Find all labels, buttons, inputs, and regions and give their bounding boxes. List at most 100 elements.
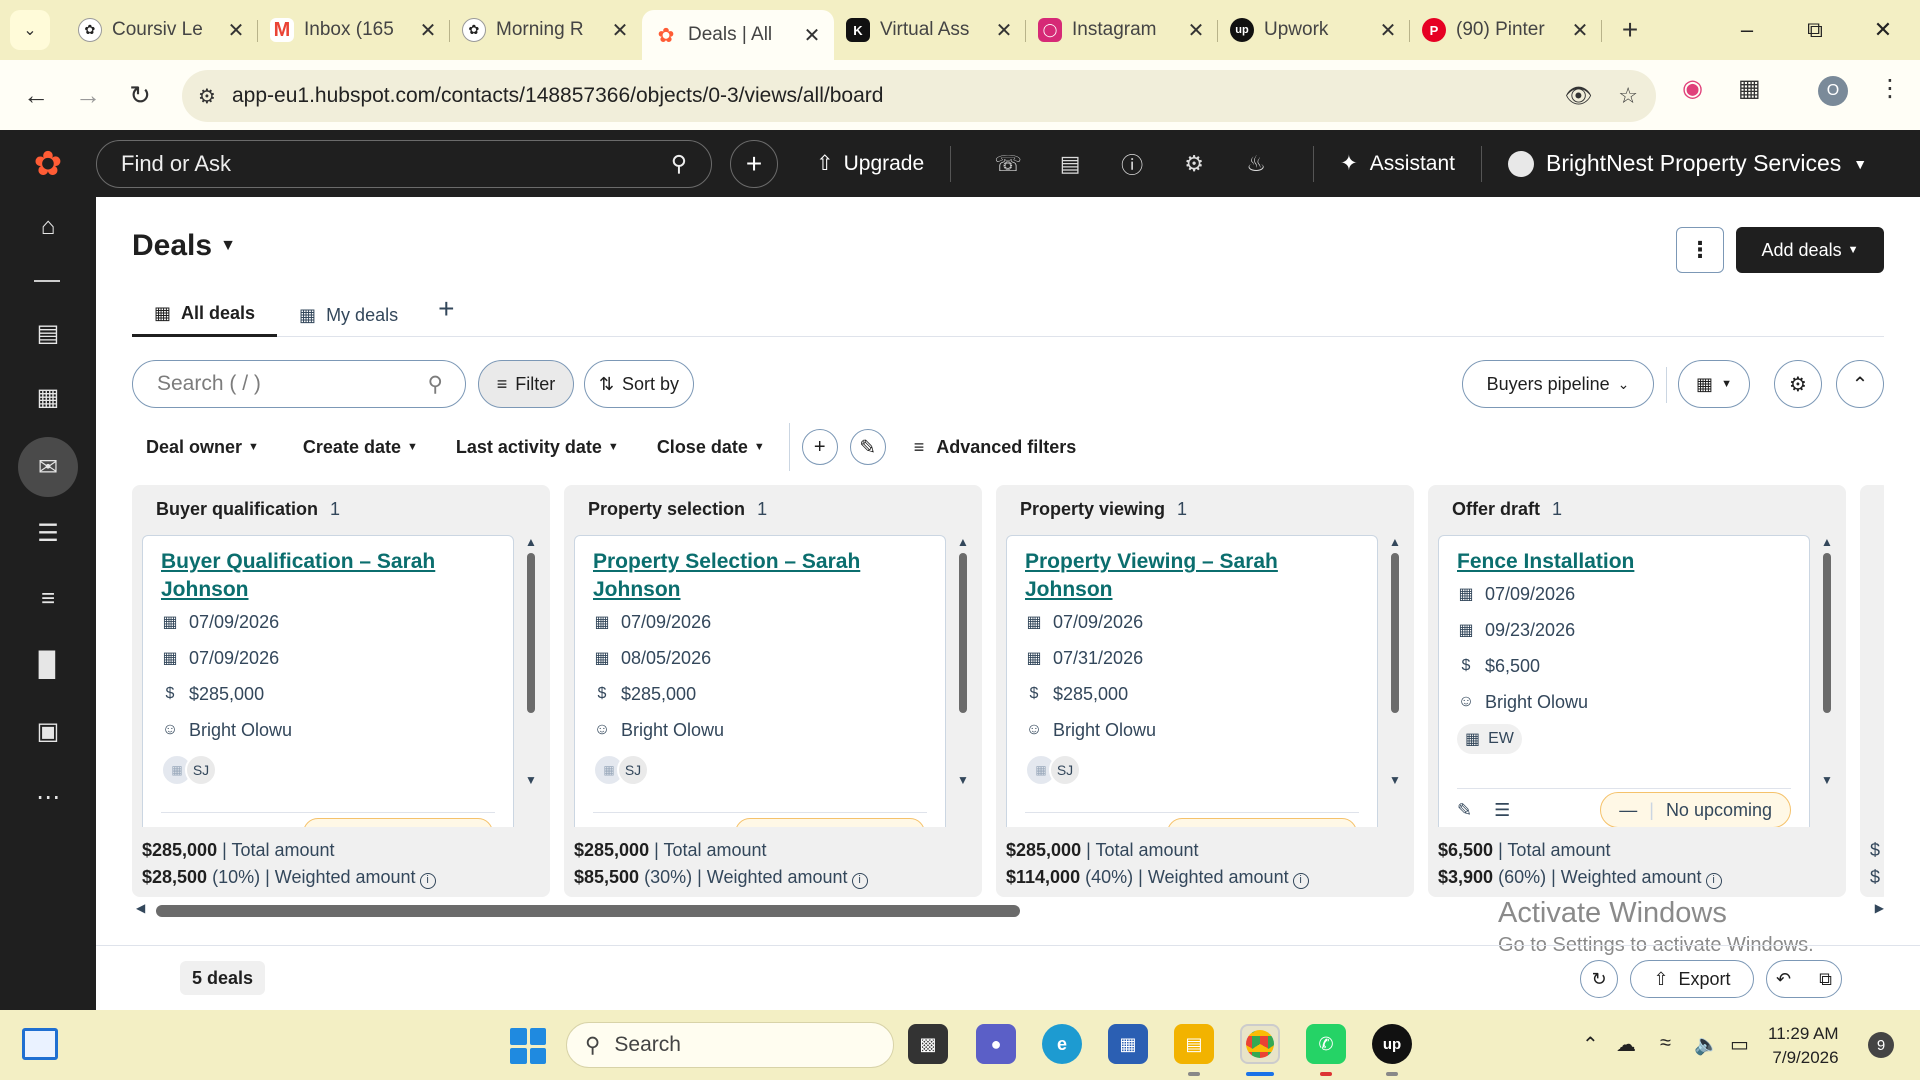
add-filter-plus-icon[interactable]: +	[801, 429, 838, 465]
add-deals-button[interactable]: Add deals ▼	[1736, 227, 1884, 273]
sales-handshake-icon[interactable]: ✉	[18, 437, 78, 497]
activity-pill[interactable]	[1167, 818, 1357, 827]
reporting-bars-icon[interactable]: ▉	[18, 635, 78, 695]
teams-icon[interactable]: ●	[976, 1024, 1016, 1064]
account-menu[interactable]: BrightNest Property Services ▼	[1507, 150, 1867, 177]
content-list-icon[interactable]: ≡	[18, 569, 78, 629]
duplicate-icon[interactable]: ⧉	[1819, 969, 1832, 990]
scroll-thumb[interactable]	[156, 905, 1020, 917]
edge-icon[interactable]: e	[1042, 1024, 1082, 1064]
column-scrollbar[interactable]: ▲ ▼	[1820, 535, 1834, 827]
taskbar-search-input[interactable]: ⚲ Search	[566, 1022, 894, 1068]
address-bar[interactable]: ⚙ app-eu1.hubspot.com/contacts/148857366…	[182, 70, 1656, 122]
browser-tab[interactable]: up Upwork ✕	[1218, 8, 1410, 52]
filter-create-date[interactable]: Create date ▼	[289, 437, 432, 458]
scroll-down-icon[interactable]: ▼	[956, 773, 970, 787]
hubspot-logo-icon[interactable]: ✿	[0, 144, 96, 184]
view-mode-select[interactable]: ▦ ▼	[1678, 360, 1750, 408]
no-upcoming-activity-button[interactable]: — | No upcoming	[1600, 792, 1791, 827]
filter-close-date[interactable]: Close date ▼	[643, 437, 779, 458]
more-actions-button[interactable]: ⋮	[1676, 227, 1724, 273]
company-tag[interactable]: ▦ EW	[1457, 724, 1522, 754]
bookmark-star-icon[interactable]: ☆	[1618, 83, 1638, 109]
widgets-icon[interactable]	[22, 1028, 58, 1060]
column-scrollbar[interactable]: ▲ ▼	[956, 535, 970, 827]
info-icon[interactable]: i	[1292, 872, 1309, 889]
home-icon[interactable]: ⌂	[18, 197, 78, 257]
close-icon[interactable]: ✕	[610, 18, 630, 43]
marketplace-icon[interactable]: ▤	[1039, 151, 1101, 177]
scroll-up-icon[interactable]: ▲	[524, 535, 538, 549]
commerce-store-icon[interactable]: ▣	[18, 701, 78, 761]
close-icon[interactable]: ✕	[418, 18, 438, 43]
scroll-right-icon[interactable]: ▶	[1875, 901, 1884, 915]
tasks-list-icon[interactable]: ☰	[1494, 800, 1510, 821]
crm-records-icon[interactable]: ▦	[18, 367, 78, 427]
whatsapp-icon[interactable]: ✆	[1306, 1024, 1346, 1064]
export-button[interactable]: ⇧ Export	[1630, 960, 1754, 998]
browser-tab[interactable]: M Inbox (165 ✕	[258, 8, 450, 52]
filter-button[interactable]: ≡ Filter	[478, 360, 574, 408]
restore-icon[interactable]: ⧉	[1782, 0, 1848, 60]
upgrade-button[interactable]: ⇧ Upgrade	[816, 151, 924, 176]
upwork-icon[interactable]: up	[1372, 1024, 1412, 1064]
url-text[interactable]: app-eu1.hubspot.com/contacts/148857366/o…	[232, 84, 883, 108]
page-title-dropdown[interactable]: Deals ▼	[132, 229, 236, 263]
global-search-input[interactable]: Find or Ask ⚲	[96, 139, 712, 188]
new-tab-button[interactable]: +	[1610, 14, 1650, 46]
close-icon[interactable]: ✕	[994, 18, 1014, 43]
pipeline-select[interactable]: Buyers pipeline ⌄	[1462, 360, 1654, 408]
activity-pill[interactable]	[303, 818, 493, 827]
scroll-down-icon[interactable]: ▼	[1820, 773, 1834, 787]
help-icon[interactable]: ⓘ	[1101, 148, 1163, 180]
contact-avatar[interactable]: SJ	[185, 754, 217, 786]
forward-icon[interactable]: →	[62, 80, 114, 111]
deal-title-link[interactable]: Buyer Qualification – Sarah Johnson	[161, 548, 495, 604]
reload-icon[interactable]: ↻	[114, 80, 166, 111]
contact-avatar[interactable]: SJ	[1049, 754, 1081, 786]
tab-all-deals[interactable]: ▦ All deals	[132, 293, 278, 337]
deal-title-link[interactable]: Fence Installation	[1457, 548, 1791, 576]
edit-filters-pencil-icon[interactable]: ✎	[849, 429, 886, 465]
scroll-thumb[interactable]	[527, 553, 535, 713]
scroll-up-icon[interactable]: ▲	[1388, 535, 1402, 549]
battery-icon[interactable]: ▭	[1730, 1032, 1749, 1057]
scroll-thumb[interactable]	[959, 553, 967, 713]
scroll-left-icon[interactable]: ◀	[136, 901, 145, 915]
extensions-puzzle-icon[interactable]: ▦	[1738, 74, 1761, 103]
preview-icon[interactable]: ✎	[1457, 800, 1472, 821]
activity-pill[interactable]	[735, 818, 925, 827]
browser-tab[interactable]: ✿ Coursiv Le ✕	[66, 8, 258, 52]
scroll-thumb[interactable]	[1823, 553, 1831, 713]
close-icon[interactable]: ✕	[802, 23, 822, 48]
browser-tab[interactable]: ◯ Instagram ✕	[1026, 8, 1218, 52]
notification-badge[interactable]: 9	[1868, 1032, 1894, 1058]
collapse-chevron-up-icon[interactable]: ⌃	[1836, 360, 1884, 408]
wifi-icon[interactable]: ≈	[1660, 1032, 1671, 1055]
contacts-book-icon[interactable]: ▤	[18, 303, 78, 363]
more-dots-icon[interactable]: ⋯	[18, 767, 78, 827]
close-icon[interactable]: ✕	[1570, 18, 1590, 43]
board-settings-gear-icon[interactable]: ⚙	[1774, 360, 1822, 408]
phone-icon[interactable]: ☏	[977, 151, 1039, 177]
contact-avatar[interactable]: SJ	[617, 754, 649, 786]
sort-by-button[interactable]: ⇅ Sort by	[584, 360, 694, 408]
scroll-up-icon[interactable]: ▲	[956, 535, 970, 549]
column-scrollbar[interactable]: ▲ ▼	[1388, 535, 1402, 827]
deal-title-link[interactable]: Property Selection – Sarah Johnson	[593, 548, 927, 604]
browser-menu-icon[interactable]: ⋮	[1878, 74, 1902, 103]
tab-my-deals[interactable]: ▦ My deals	[277, 293, 420, 337]
marketing-list-icon[interactable]: ☰	[18, 503, 78, 563]
back-icon[interactable]: ←	[10, 80, 62, 111]
deal-card[interactable]: Fence Installation ▦ 07/09/2026 ▦ 09/23/20…	[1438, 535, 1810, 827]
chrome-icon[interactable]	[1240, 1024, 1280, 1064]
minimize-icon[interactable]: –	[1714, 0, 1780, 60]
scroll-up-icon[interactable]: ▲	[1820, 535, 1834, 549]
info-icon[interactable]: i	[851, 872, 868, 889]
tab-search-dropdown-icon[interactable]: ⌄	[10, 10, 50, 50]
settings-gear-icon[interactable]: ⚙	[1163, 151, 1225, 177]
filter-last-activity-date[interactable]: Last activity date ▼	[442, 437, 633, 458]
deal-card[interactable]: Buyer Qualification – Sarah Johnson ▦ 07/…	[142, 535, 514, 827]
scroll-down-icon[interactable]: ▼	[1388, 773, 1402, 787]
info-icon[interactable]: i	[419, 872, 436, 889]
